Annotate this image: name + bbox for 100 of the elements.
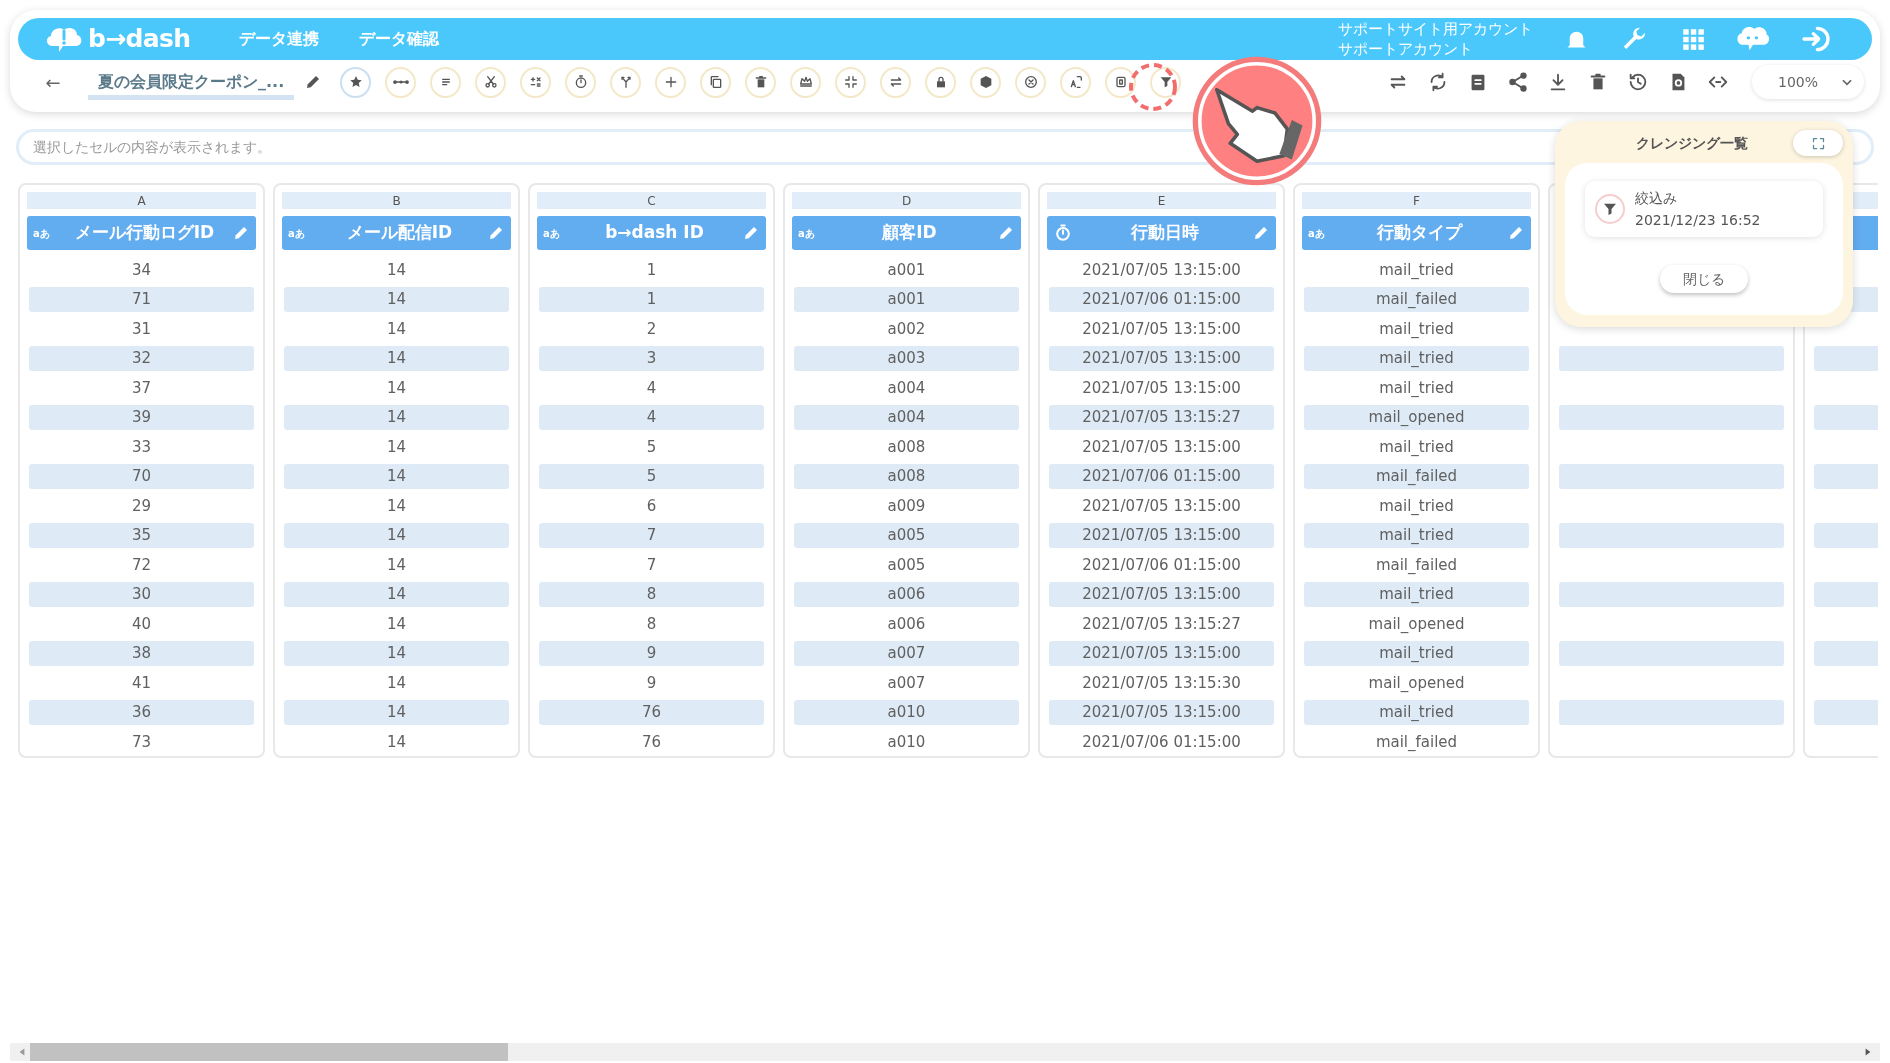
table-cell[interactable]: 2021/07/06 01:15:00: [1082, 553, 1241, 576]
table-cell[interactable]: 2021/07/06 01:15:00: [1082, 730, 1241, 753]
table-cell[interactable]: a005: [794, 522, 1019, 548]
table-cell[interactable]: 2021/07/05 13:15:00: [1049, 522, 1274, 548]
table-cell[interactable]: 9: [539, 640, 764, 666]
table-cell[interactable]: 35: [29, 522, 254, 548]
empty-cell[interactable]: [1559, 522, 1784, 548]
column-letter[interactable]: F: [1302, 192, 1531, 209]
toolbar-button[interactable]: [700, 66, 732, 98]
table-cell[interactable]: 40: [131, 612, 152, 635]
table-cell[interactable]: a007: [887, 671, 926, 694]
table-cell[interactable]: a004: [887, 376, 926, 399]
table-cell[interactable]: 14: [284, 581, 509, 607]
table-cell[interactable]: 76: [539, 699, 764, 725]
table-cell[interactable]: 14: [284, 286, 509, 312]
table-cell[interactable]: 1: [539, 286, 764, 312]
column-letter[interactable]: B: [282, 192, 511, 209]
toolbar-button[interactable]: [610, 66, 642, 98]
table-cell[interactable]: mail_tried: [1304, 345, 1529, 371]
horizontal-scrollbar[interactable]: [10, 1043, 1880, 1061]
table-cell[interactable]: 9: [646, 671, 657, 694]
table-cell[interactable]: 2021/07/05 13:15:00: [1049, 699, 1274, 725]
toolbar-button[interactable]: [1060, 66, 1092, 98]
toolbar-button[interactable]: [475, 66, 507, 98]
empty-cell[interactable]: [1559, 640, 1784, 666]
table-cell[interactable]: 14: [386, 376, 407, 399]
table-cell[interactable]: 70: [29, 463, 254, 489]
toolbar-button[interactable]: [835, 66, 867, 98]
table-cell[interactable]: 4: [539, 404, 764, 430]
table-cell[interactable]: a001: [887, 258, 926, 281]
table-cell[interactable]: mail_tried: [1379, 494, 1454, 517]
toolbar-button[interactable]: [1015, 66, 1047, 98]
table-cell[interactable]: 14: [284, 640, 509, 666]
table-cell[interactable]: 2021/07/05 13:15:00: [1082, 435, 1241, 458]
table-cell[interactable]: a003: [794, 345, 1019, 371]
table-cell[interactable]: mail_tried: [1379, 435, 1454, 458]
table-cell[interactable]: 2021/07/05 13:15:00: [1049, 581, 1274, 607]
table-cell[interactable]: a009: [887, 494, 926, 517]
table-cell[interactable]: 14: [386, 258, 407, 281]
toolbar-button[interactable]: [1105, 66, 1137, 98]
table-cell[interactable]: mail_opened: [1368, 612, 1465, 635]
table-cell[interactable]: a004: [794, 404, 1019, 430]
toolbar-button[interactable]: [565, 66, 597, 98]
toolbar-button[interactable]: [925, 66, 957, 98]
table-cell[interactable]: mail_tried: [1379, 376, 1454, 399]
table-cell[interactable]: a005: [887, 553, 926, 576]
table-cell[interactable]: 14: [386, 494, 407, 517]
table-cell[interactable]: 2021/07/06 01:15:00: [1049, 463, 1274, 489]
table-cell[interactable]: 14: [386, 612, 407, 635]
table-cell[interactable]: a006: [887, 612, 926, 635]
table-cell[interactable]: mail_failed: [1304, 286, 1529, 312]
column-letter[interactable]: D: [792, 192, 1021, 209]
close-button[interactable]: 閉じる: [1660, 265, 1748, 293]
table-cell[interactable]: 8: [646, 612, 657, 635]
column-letter[interactable]: E: [1047, 192, 1276, 209]
table-cell[interactable]: 14: [386, 317, 407, 340]
back-button[interactable]: ←: [42, 68, 64, 96]
table-cell[interactable]: mail_opened: [1368, 671, 1465, 694]
table-cell[interactable]: 2021/07/05 13:15:27: [1049, 404, 1274, 430]
table-cell[interactable]: a010: [794, 699, 1019, 725]
table-cell[interactable]: 2021/07/05 13:15:00: [1082, 317, 1241, 340]
table-cell[interactable]: a001: [794, 286, 1019, 312]
toolbar-button[interactable]: [790, 66, 822, 98]
table-cell[interactable]: 30: [29, 581, 254, 607]
toolbar-button[interactable]: [430, 66, 462, 98]
table-cell[interactable]: 14: [386, 671, 407, 694]
toolbar-button[interactable]: [385, 66, 417, 98]
empty-cell[interactable]: [1559, 404, 1784, 430]
table-cell[interactable]: 39: [29, 404, 254, 430]
table-cell[interactable]: 34: [131, 258, 152, 281]
table-cell[interactable]: 2021/07/05 13:15:00: [1049, 345, 1274, 371]
table-cell[interactable]: 6: [646, 494, 657, 517]
table-cell[interactable]: mail_tried: [1304, 699, 1529, 725]
toolbar-button[interactable]: [1506, 70, 1530, 95]
table-cell[interactable]: 76: [641, 730, 662, 753]
table-cell[interactable]: 37: [131, 376, 152, 399]
table-cell[interactable]: 2021/07/05 13:15:00: [1082, 258, 1241, 281]
table-cell[interactable]: 2021/07/05 13:15:30: [1082, 671, 1241, 694]
table-cell[interactable]: 14: [284, 463, 509, 489]
column-letter[interactable]: C: [537, 192, 766, 209]
table-cell[interactable]: 5: [539, 463, 764, 489]
toolbar-button[interactable]: [1150, 66, 1182, 98]
table-cell[interactable]: 2: [646, 317, 657, 340]
table-cell[interactable]: mail_tried: [1304, 640, 1529, 666]
table-cell[interactable]: 14: [386, 553, 407, 576]
zoom-select[interactable]: 100%: [1752, 65, 1864, 100]
table-cell[interactable]: 32: [29, 345, 254, 371]
table-cell[interactable]: mail_failed: [1375, 730, 1458, 753]
table-cell[interactable]: mail_tried: [1304, 522, 1529, 548]
table-cell[interactable]: 73: [131, 730, 152, 753]
table-cell[interactable]: 5: [646, 435, 657, 458]
toolbar-button[interactable]: [655, 66, 687, 98]
table-cell[interactable]: mail_tried: [1379, 258, 1454, 281]
empty-cell[interactable]: [1559, 345, 1784, 371]
table-cell[interactable]: a002: [887, 317, 926, 340]
table-cell[interactable]: mail_tried: [1304, 581, 1529, 607]
toolbar-button[interactable]: [340, 66, 372, 98]
table-cell[interactable]: 71: [29, 286, 254, 312]
table-cell[interactable]: 2021/07/05 13:15:27: [1082, 612, 1241, 635]
table-cell[interactable]: a010: [887, 730, 926, 753]
